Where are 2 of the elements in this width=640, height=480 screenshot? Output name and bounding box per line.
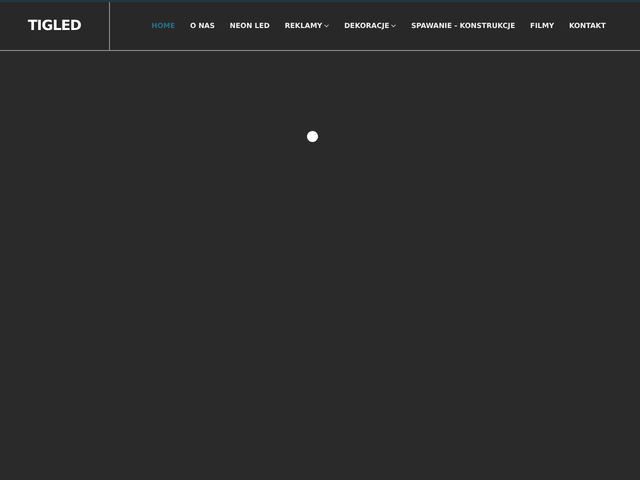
loading-spinner bbox=[307, 131, 318, 142]
logo[interactable]: TIGLED bbox=[28, 18, 82, 34]
